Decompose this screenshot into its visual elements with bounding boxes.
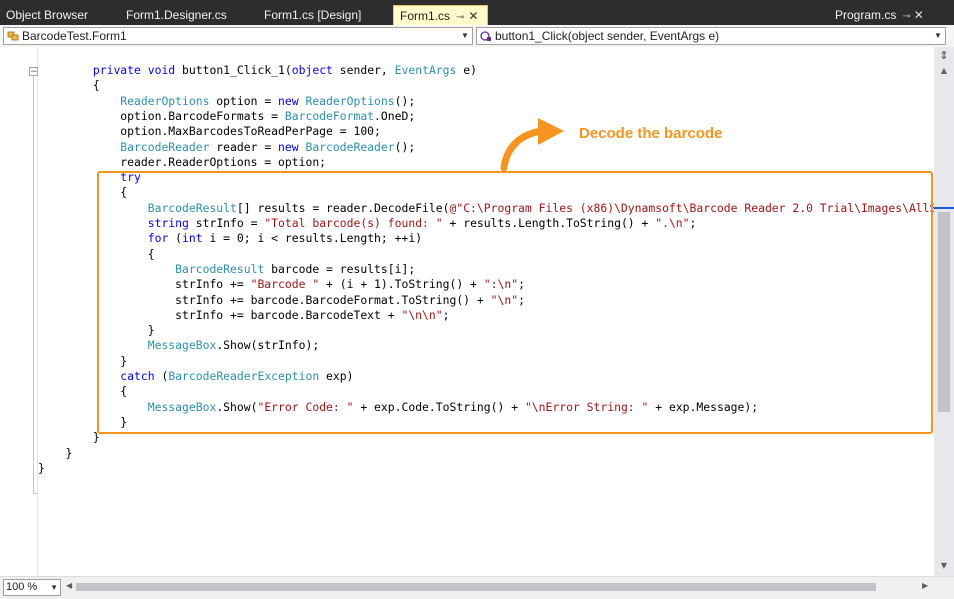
annotation-label: Decode the barcode — [579, 125, 723, 142]
highlight-box — [97, 171, 933, 434]
code-line[interactable]: BarcodeReader reader = new BarcodeReader… — [38, 140, 415, 155]
code-line[interactable]: private void button1_Click_1(object send… — [38, 63, 477, 78]
class-icon — [7, 31, 19, 41]
code-line[interactable]: } — [38, 430, 100, 445]
scroll-right-icon[interactable]: ▶ — [922, 581, 928, 590]
outline-guide — [33, 76, 34, 494]
chevron-down-icon[interactable]: ▼ — [458, 28, 472, 44]
zoom-selector[interactable]: 100 % ▼ — [3, 579, 61, 596]
scroll-up-icon[interactable]: ▲ — [934, 65, 954, 77]
caret-position-marker — [934, 207, 954, 209]
scroll-thumb[interactable] — [938, 212, 950, 412]
code-line[interactable]: reader.ReaderOptions = option; — [38, 155, 326, 170]
close-icon[interactable]: ✕ — [468, 9, 478, 23]
curved-arrow-icon — [500, 118, 564, 172]
tab-form1-design[interactable]: Form1.cs [Design] — [258, 5, 367, 25]
code-token: private void — [92, 63, 176, 77]
tab-label: Object Browser — [6, 8, 89, 22]
tab-label: Program.cs — [835, 8, 897, 22]
member-selector-value: button1_Click(object sender, EventArgs e… — [495, 29, 720, 43]
code-token: new — [278, 139, 299, 154]
collapse-icon[interactable]: − — [29, 67, 38, 77]
code-token: button1_Click_1( — [175, 63, 292, 77]
tab-label: Form1.Designer.cs — [126, 8, 227, 22]
code-token: ReaderOptions — [120, 93, 210, 108]
code-token: (); — [394, 93, 416, 108]
code-token: .OneD; — [374, 108, 416, 123]
tab-label: Form1.cs — [400, 9, 451, 23]
code-token: ReaderOptions — [305, 93, 395, 108]
code-token: BarcodeReader — [305, 139, 395, 154]
tab-program-cs[interactable]: Program.cs ⊸ ✕ — [829, 5, 930, 25]
code-token: option.BarcodeFormats = — [120, 108, 285, 123]
tab-object-browser[interactable]: Object Browser — [0, 5, 94, 25]
chevron-down-icon[interactable]: ▼ — [931, 28, 945, 44]
close-icon[interactable]: ✕ — [914, 8, 924, 22]
code-token: } — [38, 460, 45, 475]
code-token: } — [65, 445, 73, 460]
code-token: { — [92, 78, 100, 93]
scroll-left-icon[interactable]: ◀ — [66, 581, 72, 590]
code-line[interactable]: ReaderOptions option = new ReaderOptions… — [38, 94, 415, 109]
editor-bottom-bar: 100 % ▼ ◀ ▶ — [0, 576, 954, 599]
code-line[interactable]: option.MaxBarcodesToReadPerPage = 100; — [38, 124, 381, 139]
vertical-scrollbar[interactable]: ⇕ ▲ ▼ — [934, 47, 954, 576]
code-token: new — [278, 93, 299, 108]
code-token: reader.ReaderOptions = option; — [120, 154, 327, 169]
chevron-down-icon[interactable]: ▼ — [50, 580, 58, 595]
code-line[interactable]: { — [38, 78, 100, 93]
navigation-bar: BarcodeTest.Form1 ▼ button1_Click(object… — [0, 25, 954, 48]
pin-icon[interactable]: ⊸ — [902, 11, 910, 22]
code-line[interactable]: option.BarcodeFormats = BarcodeFormat.On… — [38, 109, 415, 124]
code-token: object — [291, 63, 333, 77]
scroll-down-icon[interactable]: ▼ — [934, 560, 954, 572]
code-token: BarcodeFormat — [284, 108, 375, 123]
code-token: option.MaxBarcodesToReadPerPage = 100; — [120, 124, 381, 139]
code-token: (); — [394, 139, 416, 154]
tab-form1-designer[interactable]: Form1.Designer.cs — [120, 5, 233, 25]
code-line[interactable]: } — [38, 461, 45, 476]
code-token: EventArgs — [394, 63, 457, 77]
tab-label: Form1.cs [Design] — [264, 8, 362, 22]
class-selector-value: BarcodeTest.Form1 — [22, 29, 127, 43]
zoom-value: 100 % — [6, 581, 38, 593]
tab-form1-cs[interactable]: Form1.cs ⊸ ✕ — [393, 5, 488, 25]
code-token: BarcodeReader — [120, 139, 210, 154]
member-selector[interactable]: button1_Click(object sender, EventArgs e… — [476, 27, 946, 45]
pin-icon[interactable]: ⊸ — [456, 12, 464, 23]
code-token: sender, — [332, 63, 395, 77]
outline-guide-end — [33, 493, 38, 494]
horizontal-scroll-thumb[interactable] — [76, 583, 876, 591]
class-selector[interactable]: BarcodeTest.Form1 ▼ — [3, 27, 473, 45]
code-line[interactable]: } — [38, 446, 72, 461]
split-window-icon[interactable]: ⇕ — [938, 49, 950, 63]
code-token: option = — [209, 93, 279, 108]
document-tab-strip: Object Browser Form1.Designer.cs Form1.c… — [0, 0, 954, 25]
method-icon — [480, 31, 491, 41]
code-token: reader = — [209, 139, 279, 154]
code-token: e) — [456, 63, 477, 77]
